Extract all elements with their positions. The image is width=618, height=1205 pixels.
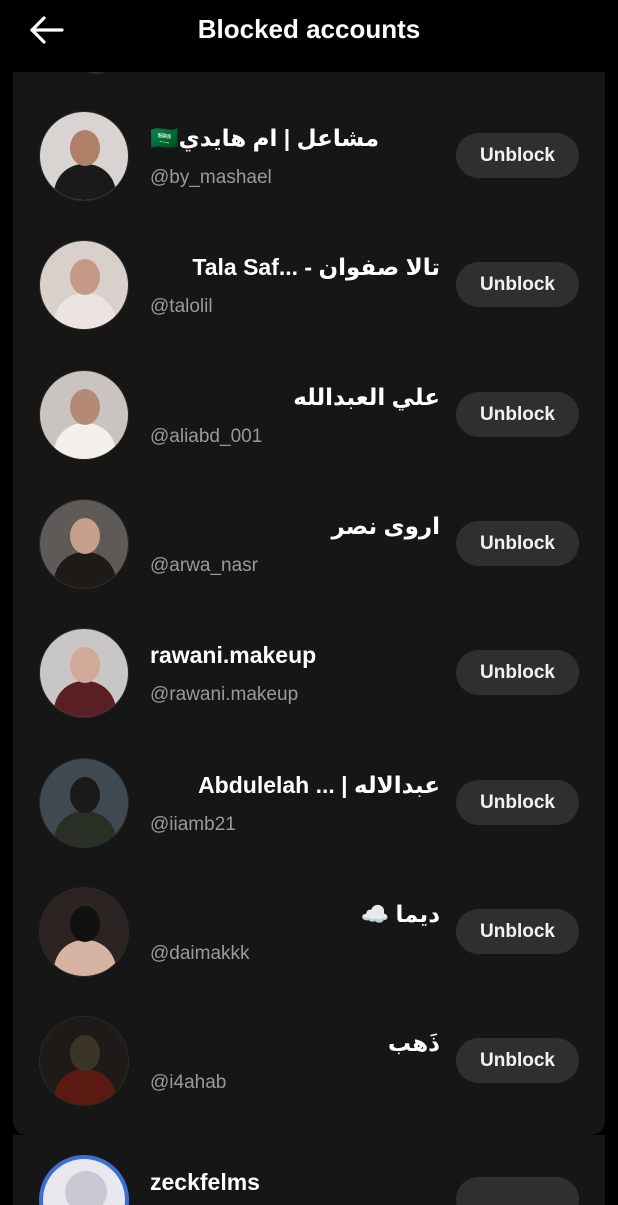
unblock-button[interactable]: Unblock: [456, 908, 579, 954]
unblock-button[interactable]: Unblock: [456, 779, 579, 825]
account-handle: @rawani.makeup: [150, 684, 299, 706]
account-name: 🇸🇦مشاعل | ام هايدي: [150, 125, 380, 151]
avatar[interactable]: [39, 369, 129, 460]
avatar[interactable]: [39, 498, 129, 589]
account-handle: @daimakkk: [150, 942, 250, 964]
avatar[interactable]: [39, 240, 129, 331]
unblock-button[interactable]: Unblock: [456, 391, 579, 437]
account-handle: @aliabd_001: [150, 425, 263, 447]
account-name: ذَهب: [387, 1030, 440, 1057]
unblock-button[interactable]: [456, 1177, 579, 1205]
list-item[interactable]: ديما ☁️ @daimakkk Unblock: [13, 886, 605, 1016]
top-bar: Blocked accounts: [0, 0, 618, 72]
avatar[interactable]: [39, 1016, 129, 1107]
blocked-accounts-list[interactable]: 🇸🇦مشاعل | ام هايدي @by_mashael Unblock تالا…: [13, 72, 605, 1135]
account-handle: @iiamb21: [150, 813, 236, 835]
avatar[interactable]: [39, 757, 129, 848]
list-item[interactable]: عبدالاله | ... Abdulelah @iiamb21 Unblock: [13, 757, 605, 887]
account-name: عبدالاله | ... Abdulelah: [198, 771, 440, 798]
account-name: علي العبدالله: [293, 383, 440, 410]
blocked-accounts-list-next[interactable]: zeckfelms: [13, 1135, 605, 1205]
account-name: اروى نصر: [331, 512, 441, 539]
unblock-button[interactable]: Unblock: [456, 262, 579, 308]
unblock-button[interactable]: Unblock: [456, 133, 579, 178]
list-item[interactable]: 🇸🇦مشاعل | ام هايدي @by_mashael Unblock: [13, 111, 605, 240]
avatar[interactable]: [39, 886, 129, 977]
page-title: Blocked accounts: [197, 14, 421, 44]
account-name: تالا صفوان - ...Tala Saf: [192, 254, 440, 281]
account-handle: @i4ahab: [150, 1072, 227, 1094]
unblock-button[interactable]: Unblock: [456, 1038, 579, 1084]
avatar[interactable]: [39, 628, 129, 719]
account-name: zeckfelms: [150, 1169, 260, 1195]
account-name: rawani.makeup: [150, 642, 317, 669]
avatar: [39, 1155, 129, 1205]
account-handle: @arwa_nasr: [150, 554, 258, 576]
unblock-button[interactable]: Unblock: [456, 650, 579, 696]
list-item[interactable]: ذَهب @i4ahab Unblock: [13, 1016, 605, 1135]
list-item[interactable]: تالا صفوان - ...Tala Saf @talolil Unblock: [13, 240, 605, 369]
avatar[interactable]: [39, 111, 129, 201]
unblock-button[interactable]: Unblock: [456, 520, 579, 566]
account-handle: @talolil: [150, 296, 213, 318]
account-handle: @by_mashael: [150, 167, 272, 188]
account-name: ديما ☁️: [360, 900, 440, 927]
avatar: [77, 72, 117, 74]
list-item[interactable]: اروى نصر @arwa_nasr Unblock: [13, 498, 605, 628]
list-item[interactable]: rawani.makeup @rawani.makeup Unblock: [13, 628, 605, 757]
list-item[interactable]: علي العبدالله @aliabd_001 Unblock: [13, 369, 605, 499]
